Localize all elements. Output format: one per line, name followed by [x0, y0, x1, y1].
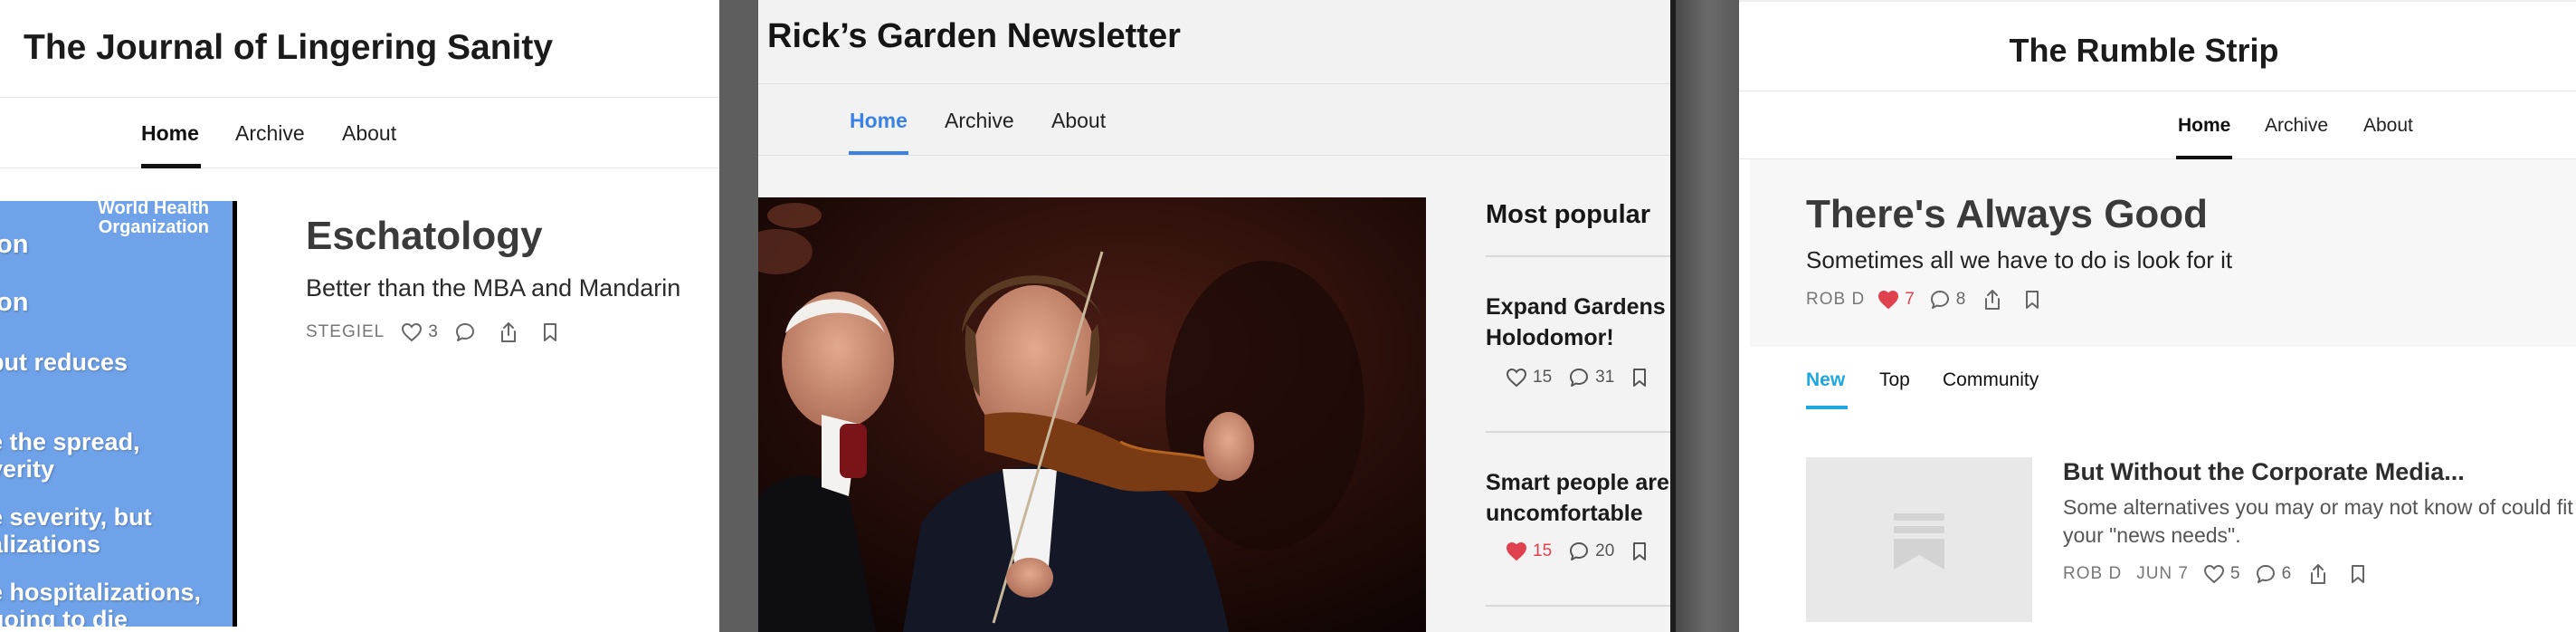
nav-active-indicator: [141, 164, 201, 168]
popular-post-title[interactable]: Smart people are uncomfortable: [1486, 467, 1676, 529]
heart-icon[interactable]: [2203, 564, 2225, 584]
comment-icon[interactable]: [454, 321, 476, 343]
heart-icon[interactable]: [1506, 368, 1527, 388]
like-count: 7: [1905, 290, 1915, 309]
nav-active-indicator: [849, 151, 908, 155]
post-author[interactable]: ROB D: [2063, 564, 2122, 584]
bookmark-icon[interactable]: [2349, 563, 2367, 585]
post-meta: ROB D JUN 7 5 6: [2063, 560, 2367, 588]
popular-post-title[interactable]: Expand Gardens Holodomor!: [1486, 292, 1676, 353]
site-header: The Journal of Lingering Sanity: [0, 0, 719, 98]
popular-post-line: uncomfortable: [1486, 501, 1643, 526]
comment-icon[interactable]: [2255, 563, 2277, 585]
banner-org-label: World Health Organization: [98, 201, 209, 237]
featured-post-title[interactable]: There's Always Good: [1806, 192, 2208, 237]
journal-panel: The Journal of Lingering Sanity Home Arc…: [0, 0, 719, 632]
banner-line: e the spread,: [0, 428, 140, 455]
heart-filled-icon[interactable]: [1506, 541, 1527, 561]
comment-icon[interactable]: [1568, 367, 1590, 388]
popular-post-line: Holodomor!: [1486, 325, 1614, 350]
like-count: 5: [2229, 564, 2240, 583]
nav-archive[interactable]: Archive: [945, 109, 1014, 133]
divider: [1486, 431, 1676, 433]
post-author[interactable]: STEGIEL: [306, 322, 385, 342]
nav-about[interactable]: About: [2363, 115, 2413, 137]
tab-new[interactable]: New: [1806, 369, 1845, 391]
banner-line: but reduces: [0, 349, 128, 376]
nav-home[interactable]: Home: [141, 121, 199, 146]
popular-post-meta: 15 31: [1506, 364, 1649, 391]
popular-post-line: Smart people are: [1486, 470, 1669, 495]
site-nav: Home Archive About: [758, 84, 1670, 156]
share-icon[interactable]: [2307, 562, 2329, 586]
site-title[interactable]: The Journal of Lingering Sanity: [24, 28, 553, 68]
heart-filled-icon[interactable]: [1877, 290, 1899, 310]
banner-line: e severity, but: [0, 503, 152, 531]
most-popular-heading: Most popular: [1486, 200, 1651, 229]
nav-home[interactable]: Home: [850, 109, 908, 133]
post-title[interactable]: But Without the Corporate Media...: [2063, 458, 2465, 486]
post-excerpt: Some alternatives you may or may not kno…: [2063, 495, 2573, 547]
comment-icon[interactable]: [1929, 289, 1951, 311]
featured-post-image[interactable]: [758, 197, 1426, 632]
site-title[interactable]: Rick’s Garden Newsletter: [767, 17, 1181, 56]
nav-home[interactable]: Home: [2178, 115, 2230, 137]
popular-post-line: Expand Gardens: [1486, 294, 1666, 320]
banner-line: verity: [0, 455, 55, 483]
banner-line: alizations: [0, 531, 101, 558]
like-count: 15: [1533, 541, 1553, 560]
tab-community[interactable]: Community: [1943, 369, 2039, 391]
post-title[interactable]: Eschatology: [306, 214, 543, 259]
bookmark-icon[interactable]: [1630, 541, 1649, 562]
featured-post-meta: ROB D 7 8: [1806, 286, 2041, 313]
window-gap: [719, 0, 758, 632]
bookmark-icon[interactable]: [541, 321, 559, 343]
tab-top[interactable]: Top: [1879, 369, 1910, 391]
bookmark-icon[interactable]: [1630, 367, 1649, 388]
banner-line: e hospitalizations,: [0, 579, 202, 606]
share-icon[interactable]: [498, 321, 519, 344]
like-count: 3: [428, 322, 438, 341]
tab-active-indicator: [1806, 406, 1848, 409]
site-header: The Rumble Strip: [1739, 0, 2576, 91]
post-thumbnail[interactable]: [1806, 457, 2032, 622]
window-gap: [1676, 0, 1739, 632]
comment-icon[interactable]: [1568, 541, 1590, 562]
like-count: 15: [1533, 368, 1553, 387]
post-author[interactable]: ROB D: [1806, 290, 1865, 310]
post-cover-image[interactable]: World Health Organization ion ion but re…: [0, 201, 237, 627]
banner-line: ion: [0, 288, 29, 317]
banner-line: going to die: [0, 606, 128, 627]
featured-post-subtitle: Sometimes all we have to do is look for …: [1806, 246, 2233, 273]
comment-count: 6: [2281, 564, 2292, 583]
post-date: JUN 7: [2136, 564, 2189, 583]
divider: [1486, 605, 1676, 607]
post-subtitle: Better than the MBA and Mandarin: [306, 274, 681, 302]
nav-about[interactable]: About: [342, 121, 396, 146]
nav-archive[interactable]: Archive: [2265, 115, 2328, 137]
heart-icon[interactable]: [401, 322, 423, 342]
popular-post-meta: 15 20: [1506, 538, 1649, 565]
site-header: Rick’s Garden Newsletter: [758, 0, 1670, 84]
comment-count: 31: [1595, 368, 1615, 387]
post-meta: STEGIEL 3: [306, 319, 559, 346]
site-nav: Home Archive About: [1739, 91, 2576, 159]
bookmark-icon[interactable]: [2023, 289, 2041, 311]
comment-count: 8: [1955, 290, 1966, 309]
banner-line: ion: [0, 230, 29, 259]
site-nav: Home Archive About: [0, 98, 719, 168]
share-icon[interactable]: [1982, 288, 2003, 311]
nav-about[interactable]: About: [1051, 109, 1106, 133]
rumble-strip-panel: The Rumble Strip Home Archive About Ther…: [1739, 0, 2576, 632]
divider: [1486, 255, 1676, 257]
site-title[interactable]: The Rumble Strip: [1739, 32, 2576, 70]
garden-newsletter-panel: Rick’s Garden Newsletter Home Archive Ab…: [758, 0, 1676, 632]
nav-archive[interactable]: Archive: [235, 121, 305, 146]
comment-count: 20: [1595, 541, 1615, 560]
